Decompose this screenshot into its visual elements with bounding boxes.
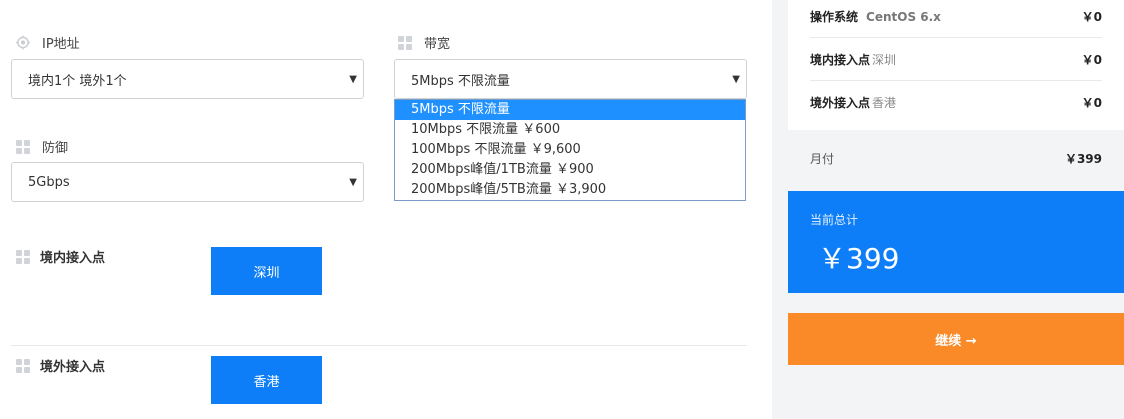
grid-icon (16, 249, 30, 264)
monthly-label: 月付 (810, 152, 835, 166)
defense-label-text: 防御 (42, 141, 69, 156)
location-target-icon (16, 35, 30, 50)
bandwidth-option[interactable]: 100Mbps 不限流量 ￥9,600 (395, 140, 745, 160)
total-amount: ￥399 (818, 242, 900, 275)
summary-key: 境内接入点 (810, 52, 871, 67)
summary-detail: 深圳 (872, 52, 897, 67)
caret-down-icon: ▼ (349, 74, 357, 85)
divider (11, 345, 747, 346)
summary-card: 操作系统 CentOS 6.x ￥0 境内接入点 深圳 ￥0 境外接入点 香港 ￥0 (788, 0, 1124, 130)
ip-select-value: 境内1个 境外1个 (28, 73, 127, 89)
summary-key: 操作系统 (810, 9, 859, 24)
ip-label: IP地址 (16, 33, 80, 52)
overseas-access-button[interactable]: 香港 (211, 356, 322, 404)
grid-icon (16, 358, 30, 373)
overseas-access-label: 境外接入点 (16, 356, 105, 375)
bandwidth-label: 带宽 (398, 33, 450, 52)
bandwidth-label-text: 带宽 (424, 37, 451, 52)
monthly-value: ￥399 (1064, 152, 1102, 166)
domestic-access-label: 境内接入点 (16, 247, 105, 266)
order-summary-panel: 操作系统 CentOS 6.x ￥0 境内接入点 深圳 ￥0 境外接入点 香港 ￥0 … (788, 0, 1124, 419)
bandwidth-select-value: 5Mbps 不限流量 (411, 73, 510, 89)
domestic-access-label-text: 境内接入点 (40, 251, 106, 266)
continue-button[interactable]: 继续 → (788, 313, 1124, 365)
summary-value: ￥0 (1081, 52, 1102, 67)
bandwidth-option[interactable]: 5Mbps 不限流量 (395, 100, 745, 120)
grid-icon (398, 35, 412, 50)
grid-icon (16, 139, 30, 154)
summary-value: ￥0 (1081, 95, 1102, 110)
summary-key: 境外接入点 (810, 95, 871, 110)
total-label: 当前总计 (810, 213, 859, 227)
defense-label: 防御 (16, 137, 68, 156)
overseas-access-label-text: 境外接入点 (40, 360, 106, 375)
config-form: IP地址 境内1个 境外1个 ▼ 带宽 5Mbps 不限流量 ▼ 5Mbps 不… (0, 0, 772, 419)
caret-down-icon: ▼ (349, 177, 357, 188)
summary-row-os: 操作系统 CentOS 6.x ￥0 (810, 0, 1102, 37)
bandwidth-option[interactable]: 200Mbps峰值/5TB流量 ￥3,900 (395, 180, 745, 200)
domestic-access-button[interactable]: 深圳 (211, 247, 322, 295)
panel-gutter (772, 0, 788, 419)
summary-detail: 香港 (872, 95, 897, 110)
monthly-row: 月付 ￥399 (810, 150, 1102, 167)
summary-detail: CentOS 6.x (866, 9, 941, 24)
summary-row-domestic: 境内接入点 深圳 ￥0 (810, 38, 1102, 80)
summary-row-overseas: 境外接入点 香港 ￥0 (810, 81, 1102, 123)
bandwidth-option[interactable]: 10Mbps 不限流量 ￥600 (395, 120, 745, 140)
ip-select[interactable]: 境内1个 境外1个 ▼ (11, 59, 364, 99)
bandwidth-option[interactable]: 200Mbps峰值/1TB流量 ￥900 (395, 160, 745, 180)
ip-label-text: IP地址 (42, 37, 80, 52)
defense-select-value: 5Gbps (28, 174, 70, 190)
caret-down-icon: ▼ (732, 74, 740, 85)
defense-select[interactable]: 5Gbps ▼ (11, 162, 364, 202)
bandwidth-select[interactable]: 5Mbps 不限流量 ▼ (394, 59, 747, 99)
summary-value: ￥0 (1081, 9, 1102, 24)
bandwidth-dropdown: 5Mbps 不限流量 10Mbps 不限流量 ￥600 100Mbps 不限流量… (394, 99, 746, 201)
total-box: 当前总计 ￥399 (788, 191, 1124, 293)
